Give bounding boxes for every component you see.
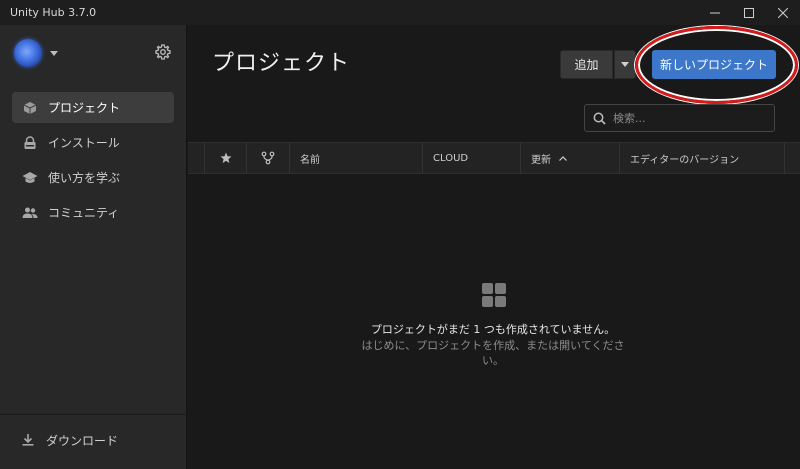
sidebar-item-learn[interactable]: 使い方を学ぶ [12, 162, 174, 193]
search-box[interactable] [584, 104, 775, 132]
projects-table-header: 名前 CLOUD 更新 エディターのバージョン [188, 142, 800, 174]
sidebar-divider [0, 414, 187, 415]
sidebar-item-downloads[interactable]: ダウンロード [20, 430, 118, 450]
column-cloud-label: CLOUD [433, 152, 469, 164]
sidebar-item-label: コミュニティ [48, 206, 120, 220]
search-input[interactable] [613, 111, 763, 125]
sidebar-item-label: 使い方を学ぶ [48, 171, 121, 185]
sidebar-item-label: ダウンロード [46, 433, 119, 448]
sidebar-item-projects[interactable]: プロジェクト [12, 92, 174, 123]
add-project-button[interactable]: 追加 [560, 50, 613, 79]
column-editor-version-label: エディターのバージョン [630, 154, 740, 166]
close-button[interactable] [766, 0, 800, 25]
sidebar-item-label: インストール [48, 136, 120, 150]
column-updated[interactable]: 更新 [521, 143, 620, 173]
chevron-down-icon[interactable] [50, 50, 58, 56]
sidebar: プロジェクト インストール 使い方を学ぶ コミュニティ ダウンロード [0, 25, 187, 469]
unity-hub-window: Unity Hub 3.7.0 プロジェクト インストール 使い方を学ぶ コミュ… [0, 0, 800, 469]
column-updated-label: 更新 [531, 154, 551, 166]
minimize-icon [710, 12, 720, 13]
sort-ascending-icon [559, 155, 567, 161]
add-dropdown-button[interactable] [614, 50, 636, 79]
branch-icon [261, 151, 275, 165]
download-icon [20, 432, 36, 448]
column-name[interactable]: 名前 [290, 143, 423, 173]
window-controls [698, 0, 800, 25]
search-icon [593, 112, 606, 125]
gear-icon[interactable] [155, 44, 171, 60]
lock-icon [22, 135, 38, 151]
avatar[interactable] [14, 39, 42, 67]
page-title: プロジェクト [212, 51, 351, 76]
sidebar-item-installs[interactable]: インストール [12, 127, 174, 158]
main-content: プロジェクト 追加 新しいプロジェクト 名前 CLOUD [188, 25, 800, 469]
close-icon [778, 7, 788, 18]
window-title: Unity Hub 3.7.0 [10, 6, 97, 19]
column-version-control[interactable] [247, 143, 290, 173]
maximize-button[interactable] [732, 0, 766, 25]
empty-state-title: プロジェクトがまだ 1 つも作成されていません。 [370, 323, 616, 336]
column-editor-version[interactable]: エディターのバージョン [620, 143, 785, 173]
account-menu[interactable] [14, 39, 58, 67]
sidebar-item-community[interactable]: コミュニティ [12, 197, 174, 228]
column-name-label: 名前 [300, 154, 320, 166]
sidebar-nav: プロジェクト インストール 使い方を学ぶ コミュニティ [12, 92, 174, 232]
chevron-down-icon [621, 62, 629, 67]
star-icon [220, 152, 231, 163]
graduation-cap-icon [22, 170, 38, 186]
title-bar: Unity Hub 3.7.0 [0, 0, 800, 25]
sidebar-item-label: プロジェクト [48, 101, 121, 115]
minimize-button[interactable] [698, 0, 732, 25]
people-icon [22, 205, 38, 221]
cube-icon [22, 100, 38, 116]
column-favorite[interactable] [204, 143, 247, 173]
column-cloud[interactable]: CLOUD [423, 143, 521, 173]
maximize-icon [744, 7, 754, 18]
empty-state-subtitle: はじめに、プロジェクトを作成、または開いてください。 [361, 339, 625, 367]
new-project-button[interactable]: 新しいプロジェクト [652, 50, 776, 79]
grid-icon [482, 283, 506, 307]
